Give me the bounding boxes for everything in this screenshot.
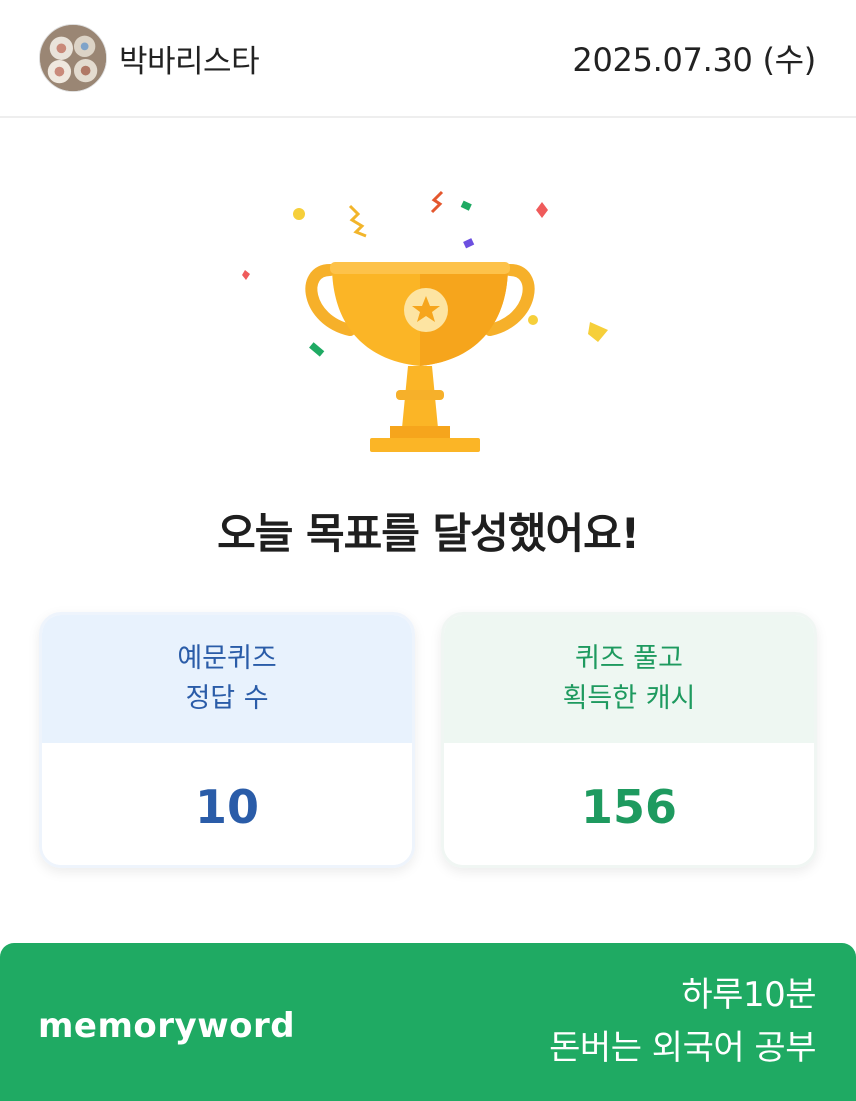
slogan-line1: 하루10분 xyxy=(681,975,816,1016)
slogan: 하루10분 돈버는 외국어 공부 xyxy=(549,969,816,1074)
stat-card-label: 퀴즈 풀고 획득한 캐시 xyxy=(444,615,814,743)
stat-label-line1: 예문퀴즈 xyxy=(177,643,277,675)
goal-achieved-headline: 오늘 목표를 달성했어요! xyxy=(217,509,640,558)
header-bar: 박바리스타 2025.07.30 (수) xyxy=(0,0,856,118)
stat-label-line2: 획득한 캐시 xyxy=(562,683,696,714)
stat-value: 156 xyxy=(444,743,814,865)
stat-card-quiz-correct: 예문퀴즈 정답 수 10 xyxy=(39,612,415,868)
avatar[interactable] xyxy=(39,24,107,92)
stat-label-line2: 정답 수 xyxy=(185,683,269,714)
trophy-icon xyxy=(220,170,640,470)
slogan-line2: 돈버는 외국어 공부 xyxy=(549,1028,816,1068)
avatar-image xyxy=(40,25,106,91)
stat-label-line1: 퀴즈 풀고 xyxy=(575,643,683,675)
brand-logo: memoryword xyxy=(38,1006,296,1046)
username: 박바리스타 xyxy=(119,43,260,80)
user-profile[interactable]: 박바리스타 xyxy=(39,24,260,92)
footer-banner: memoryword 하루10분 돈버는 외국어 공부 xyxy=(0,943,856,1101)
stat-card-cash-earned: 퀴즈 풀고 획득한 캐시 156 xyxy=(441,612,817,868)
stat-value: 10 xyxy=(42,743,412,865)
stat-card-label: 예문퀴즈 정답 수 xyxy=(42,615,412,743)
date-label: 2025.07.30 (수) xyxy=(572,41,816,79)
